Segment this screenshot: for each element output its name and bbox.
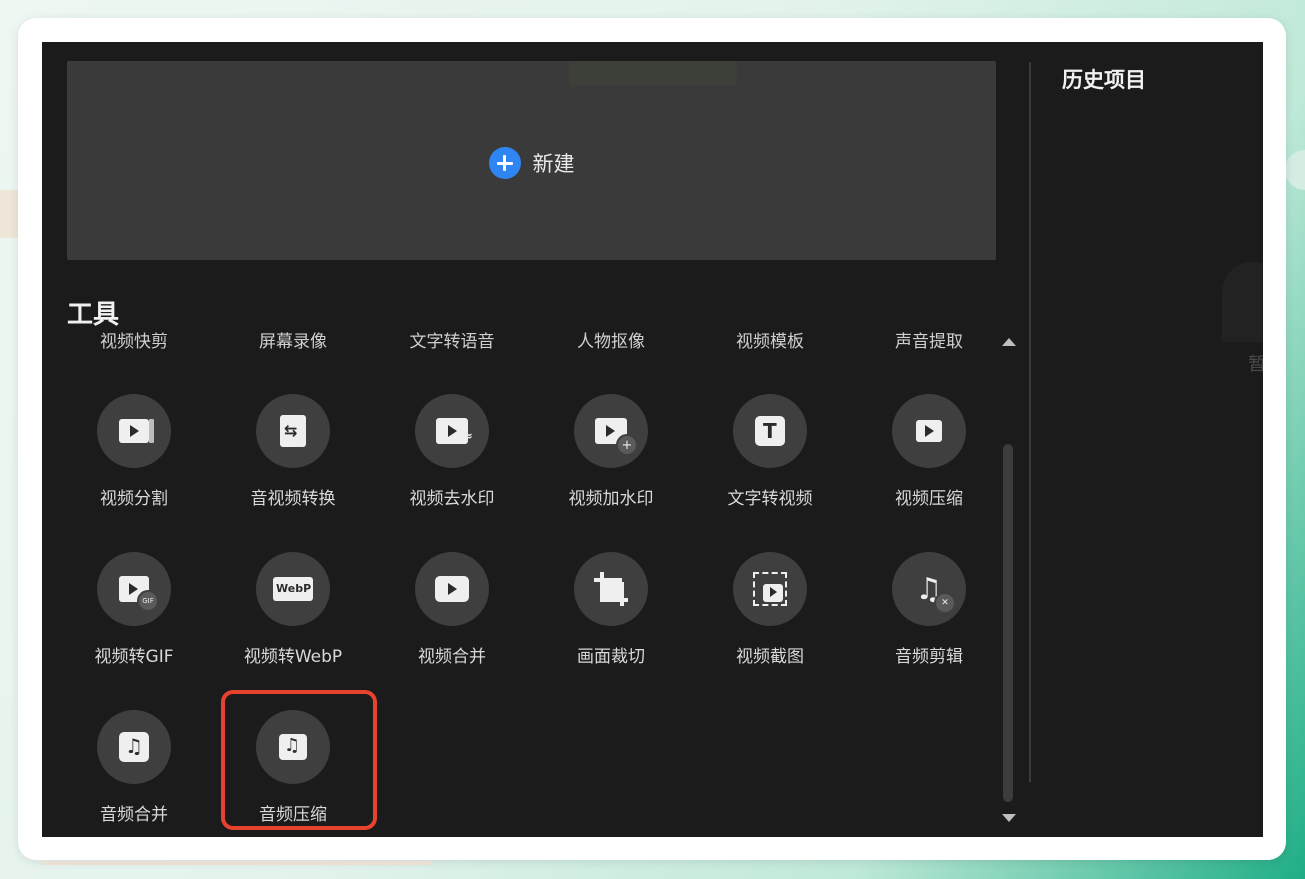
- tool-label: 视频分割: [100, 489, 168, 509]
- background-decoration: [1285, 150, 1305, 190]
- tool-video-to-gif[interactable]: GIF 视频转GIF: [67, 552, 214, 667]
- tool-audio-merge[interactable]: ♫ 音频合并: [67, 710, 214, 825]
- tool-label: 音视频转换: [250, 489, 336, 509]
- tool-label: 视频转WebP: [243, 647, 343, 667]
- tool-video-template[interactable]: 视频模板: [690, 327, 850, 352]
- empty-history-text: 暂: [1248, 354, 1263, 375]
- tool-label: 视频转GIF: [94, 647, 174, 667]
- audio-cut-icon: ♫ ✕: [892, 552, 966, 626]
- video-compress-icon: [892, 394, 966, 468]
- video-split-icon: [97, 394, 171, 468]
- tool-remove-watermark[interactable]: ≈ 视频去水印: [372, 394, 532, 509]
- tools-title: 工具: [67, 300, 120, 330]
- audio-merge-icon: ♫: [97, 710, 171, 784]
- tool-label: 文字转视频: [727, 489, 813, 509]
- tool-audio-extract[interactable]: 声音提取: [849, 327, 997, 352]
- tool-video-merge[interactable]: 视频合并: [372, 552, 532, 667]
- tool-label: 视频合并: [418, 647, 486, 667]
- tool-av-convert[interactable]: ⇆ 音视频转换: [213, 394, 373, 509]
- tool-video-screenshot[interactable]: 视频截图: [690, 552, 850, 667]
- text-to-video-icon: T: [733, 394, 807, 468]
- tool-screen-record[interactable]: 屏幕录像: [213, 327, 373, 352]
- tool-label: 画面裁切: [577, 647, 645, 667]
- tool-label: 音频合并: [100, 805, 168, 825]
- video-to-gif-icon: GIF: [97, 552, 171, 626]
- faded-overlay: [569, 61, 737, 85]
- remove-watermark-icon: ≈: [415, 394, 489, 468]
- history-title: 历史项目: [1062, 68, 1146, 92]
- tool-video-split[interactable]: 视频分割: [67, 394, 214, 509]
- tools-grid: 视频快剪 屏幕录像 文字转语音 人物抠像 视频模板 声音提取 视频分割 ⇆ 音视…: [67, 322, 997, 837]
- tool-label: 视频压缩: [895, 489, 963, 509]
- tool-crop[interactable]: 画面裁切: [531, 552, 691, 667]
- tool-text-to-video[interactable]: T 文字转视频: [690, 394, 850, 509]
- tool-add-watermark[interactable]: + 视频加水印: [531, 394, 691, 509]
- new-project-label: 新建: [532, 151, 575, 176]
- empty-history-illustration: [1222, 262, 1263, 342]
- tool-audio-cut[interactable]: ♫ ✕ 音频剪辑: [849, 552, 997, 667]
- panel-divider: [1029, 62, 1031, 782]
- add-watermark-icon: +: [574, 394, 648, 468]
- scroll-thumb[interactable]: [1003, 444, 1013, 802]
- tools-scrollbar[interactable]: [998, 330, 1018, 830]
- crop-icon: [574, 552, 648, 626]
- new-project-button[interactable]: 新建: [67, 61, 996, 260]
- tool-text-to-speech[interactable]: 文字转语音: [372, 327, 532, 352]
- plus-circle-icon: [488, 146, 521, 179]
- video-screenshot-icon: [733, 552, 807, 626]
- card-underline: [42, 861, 432, 865]
- scroll-down-arrow-icon[interactable]: [1002, 814, 1016, 822]
- video-merge-icon: [415, 552, 489, 626]
- tool-label: 视频截图: [736, 647, 804, 667]
- tool-label: 视频去水印: [409, 489, 495, 509]
- file-convert-icon: ⇆: [256, 394, 330, 468]
- app-window: 新建 历史项目 暂 工具 视频快剪 屏幕录像 文字转语音 人物抠像 视频模板 声…: [42, 42, 1263, 837]
- tool-label: 视频加水印: [568, 489, 654, 509]
- tool-label: 音频剪辑: [895, 647, 963, 667]
- tool-video-to-webp[interactable]: WebP 视频转WebP: [213, 552, 373, 667]
- scroll-up-arrow-icon[interactable]: [1002, 338, 1016, 346]
- highlight-box: [221, 690, 377, 830]
- tool-video-compress[interactable]: 视频压缩: [849, 394, 997, 509]
- tool-person-cutout[interactable]: 人物抠像: [531, 327, 691, 352]
- video-to-webp-icon: WebP: [256, 552, 330, 626]
